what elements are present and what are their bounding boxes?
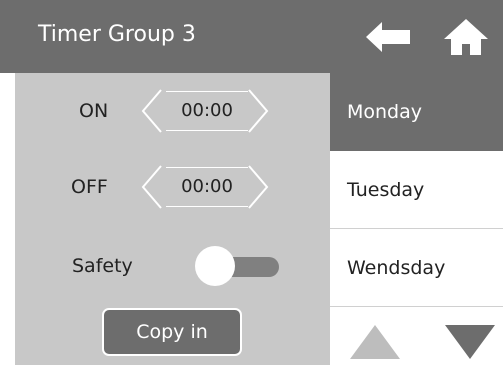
on-decrease-button[interactable] — [141, 89, 163, 133]
day-item-monday[interactable]: Monday — [330, 73, 503, 151]
on-increase-button[interactable] — [247, 89, 269, 133]
safety-label: Safety — [72, 255, 133, 277]
on-time-value[interactable]: 00:00 — [166, 91, 248, 131]
back-button[interactable] — [366, 22, 410, 52]
scroll-up-button[interactable] — [350, 325, 400, 359]
home-icon — [444, 19, 488, 55]
off-decrease-button[interactable] — [141, 165, 163, 209]
chevron-left-icon — [141, 165, 162, 209]
chevron-right-icon — [248, 165, 269, 209]
arrow-left-icon — [366, 22, 410, 52]
toggle-knob — [195, 246, 235, 286]
safety-toggle[interactable] — [195, 246, 285, 286]
copy-in-button[interactable]: Copy in — [102, 308, 242, 356]
off-label: OFF — [71, 176, 108, 198]
scroll-down-button[interactable] — [445, 325, 495, 359]
on-label: ON — [79, 100, 109, 122]
off-time-value[interactable]: 00:00 — [166, 167, 248, 207]
home-button[interactable] — [444, 19, 488, 55]
chevron-right-icon — [248, 89, 269, 133]
page-title: Timer Group 3 — [38, 22, 196, 47]
off-increase-button[interactable] — [247, 165, 269, 209]
triangle-down-icon — [445, 325, 495, 359]
day-item-tuesday[interactable]: Tuesday — [330, 151, 503, 229]
chevron-left-icon — [141, 89, 162, 133]
app-header: Timer Group 3 — [0, 0, 503, 73]
day-item-wendsday[interactable]: Wendsday — [330, 229, 503, 307]
triangle-up-icon — [350, 325, 400, 359]
